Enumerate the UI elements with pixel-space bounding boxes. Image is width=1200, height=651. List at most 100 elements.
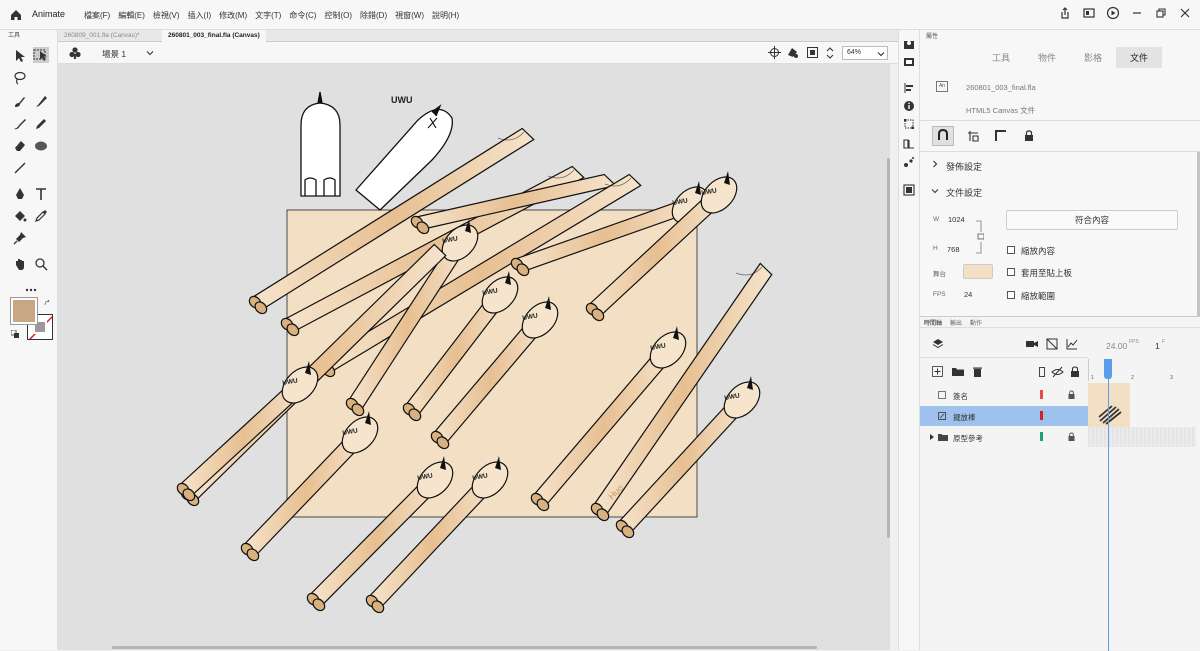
paint-brush-tool-icon[interactable] <box>12 94 28 110</box>
apply-pasteboard-checkbox[interactable] <box>1007 268 1015 276</box>
playhead-line[interactable] <box>1108 377 1109 651</box>
snap-toggle[interactable] <box>932 126 954 146</box>
layer-color-tag[interactable] <box>1040 411 1043 420</box>
delete-layer-icon[interactable] <box>972 366 983 377</box>
layers-icon[interactable] <box>932 338 944 350</box>
paint-bucket-tool-icon[interactable] <box>12 208 28 224</box>
height-field[interactable]: 768 <box>947 245 960 254</box>
oval-tool-icon[interactable] <box>33 138 49 154</box>
motion-presets-icon[interactable] <box>903 184 915 196</box>
zoom-stepper-icon[interactable] <box>826 46 834 60</box>
chevron-down-icon[interactable] <box>931 187 939 195</box>
menu-edit[interactable]: 編輯(E) <box>118 10 145 21</box>
tab-object[interactable]: 物件 <box>1024 47 1070 68</box>
fill-color-swatch[interactable] <box>10 297 38 325</box>
stage-horizontal-scrollbar[interactable] <box>112 646 817 649</box>
library-icon[interactable] <box>903 38 915 50</box>
publish-settings-section[interactable]: 發佈設定 <box>946 160 982 173</box>
fps-field[interactable]: 24 <box>964 290 972 299</box>
scene-dropdown-chevron-icon[interactable] <box>146 49 154 57</box>
minimize-icon[interactable] <box>1130 6 1144 20</box>
chevron-right-icon[interactable] <box>931 160 939 168</box>
menu-view[interactable]: 檢視(V) <box>153 10 180 21</box>
fit-content-button[interactable]: 符合內容 <box>1006 210 1178 230</box>
info-icon[interactable] <box>903 100 915 112</box>
fps-display[interactable]: 24.00 <box>1106 341 1127 351</box>
brush-tool-icon[interactable] <box>33 94 49 110</box>
menu-help[interactable]: 說明(H) <box>432 10 459 21</box>
share-icon[interactable] <box>1058 6 1072 20</box>
layer-lock-icon[interactable] <box>1068 432 1075 441</box>
zoom-tool-icon[interactable] <box>33 256 49 272</box>
tab-output[interactable]: 輸出 <box>950 318 962 327</box>
stage-color-swatch[interactable] <box>963 264 993 279</box>
lock-icon[interactable] <box>1022 129 1036 143</box>
selection-tool-icon[interactable] <box>12 48 28 64</box>
eyedropper-tool-icon[interactable] <box>33 208 49 224</box>
edit-symbols-icon[interactable] <box>786 46 799 59</box>
lock-layers-icon[interactable] <box>1070 366 1080 377</box>
menu-file[interactable]: 檔案(F) <box>84 10 110 21</box>
color-panel-icon[interactable] <box>903 56 915 68</box>
menu-control[interactable]: 控制(O) <box>324 10 352 21</box>
stage-vertical-scrollbar[interactable] <box>887 158 890 538</box>
folder-expand-chevron-icon[interactable] <box>929 433 935 441</box>
hand-tool-icon[interactable] <box>12 256 28 272</box>
tab-tool[interactable]: 工具 <box>978 47 1024 68</box>
center-stage-icon[interactable] <box>768 46 781 59</box>
scale-range-checkbox[interactable] <box>1007 291 1015 299</box>
restore-icon[interactable] <box>1154 6 1168 20</box>
eraser-tool-icon[interactable] <box>12 138 28 154</box>
menu-modify[interactable]: 修改(M) <box>219 10 247 21</box>
components-icon[interactable] <box>903 156 915 168</box>
close-icon[interactable] <box>1178 6 1192 20</box>
layer-color-tag[interactable] <box>1040 390 1043 399</box>
screen-mode-icon[interactable] <box>1082 6 1096 20</box>
doc-tab-260801[interactable]: 260801_003_final.fla (Canvas) <box>162 30 266 42</box>
tab-document[interactable]: 文件 <box>1116 47 1162 68</box>
hide-layers-icon[interactable] <box>1051 366 1064 378</box>
menu-insert[interactable]: 插入(I) <box>188 10 212 21</box>
subselection-tool-icon[interactable] <box>33 47 49 63</box>
test-movie-icon[interactable] <box>1106 6 1120 20</box>
layer-row-signature[interactable]: 簽名 <box>920 385 1088 405</box>
menu-window[interactable]: 視窗(W) <box>395 10 424 21</box>
swap-colors-icon[interactable] <box>44 300 52 308</box>
folder-frames[interactable] <box>1088 427 1196 447</box>
layer-depth-icon[interactable] <box>1046 338 1058 350</box>
document-settings-section[interactable]: 文件設定 <box>946 186 982 199</box>
menu-commands[interactable]: 命令(C) <box>289 10 316 21</box>
new-folder-icon[interactable] <box>952 366 964 377</box>
menu-text[interactable]: 文字(T) <box>255 10 281 21</box>
scene-name[interactable]: 場景 1 <box>102 48 126 60</box>
stage-pasteboard[interactable]: UWU UWU UWU UWU UWU UWU UWU UWU UWU UWU UWU Huo UWU <box>58 64 890 650</box>
scene-symbol-icon[interactable] <box>68 46 82 60</box>
more-tools-icon[interactable] <box>23 282 39 298</box>
doc-tab-260809[interactable]: 260809_001.fla (Canvas)* <box>58 30 146 42</box>
fluid-brush-tool-icon[interactable] <box>12 116 28 132</box>
pen-tool-icon[interactable] <box>12 186 28 202</box>
tab-actions[interactable]: 動作 <box>970 318 982 327</box>
line-tool-icon[interactable] <box>12 160 28 176</box>
width-field[interactable]: 1024 <box>948 215 965 224</box>
zoom-select[interactable]: 64% <box>842 46 888 60</box>
text-tool-icon[interactable] <box>33 186 49 202</box>
layer-lock-icon[interactable] <box>1068 390 1075 399</box>
tab-timeline[interactable]: 時間軸 <box>924 318 942 327</box>
scale-content-checkbox[interactable] <box>1007 246 1015 254</box>
new-layer-icon[interactable] <box>932 366 943 377</box>
playhead-handle[interactable] <box>1104 359 1112 379</box>
align-icon[interactable] <box>903 82 915 94</box>
graph-icon[interactable] <box>1066 338 1078 350</box>
frame-display[interactable]: 1 <box>1155 341 1160 351</box>
pasteboard-corner-icon[interactable] <box>994 129 1008 143</box>
guides-icon[interactable] <box>966 129 980 143</box>
menu-debug[interactable]: 除錯(D) <box>360 10 387 21</box>
clip-stage-icon[interactable] <box>806 46 819 59</box>
layer-row-prototype[interactable]: 原型參考 <box>920 427 1088 447</box>
camera-icon[interactable] <box>1026 339 1038 349</box>
default-colors-icon[interactable] <box>11 330 19 338</box>
code-snippets-icon[interactable] <box>903 138 915 150</box>
layer-color-tag[interactable] <box>1040 432 1043 441</box>
link-dimensions-icon[interactable] <box>976 220 984 254</box>
